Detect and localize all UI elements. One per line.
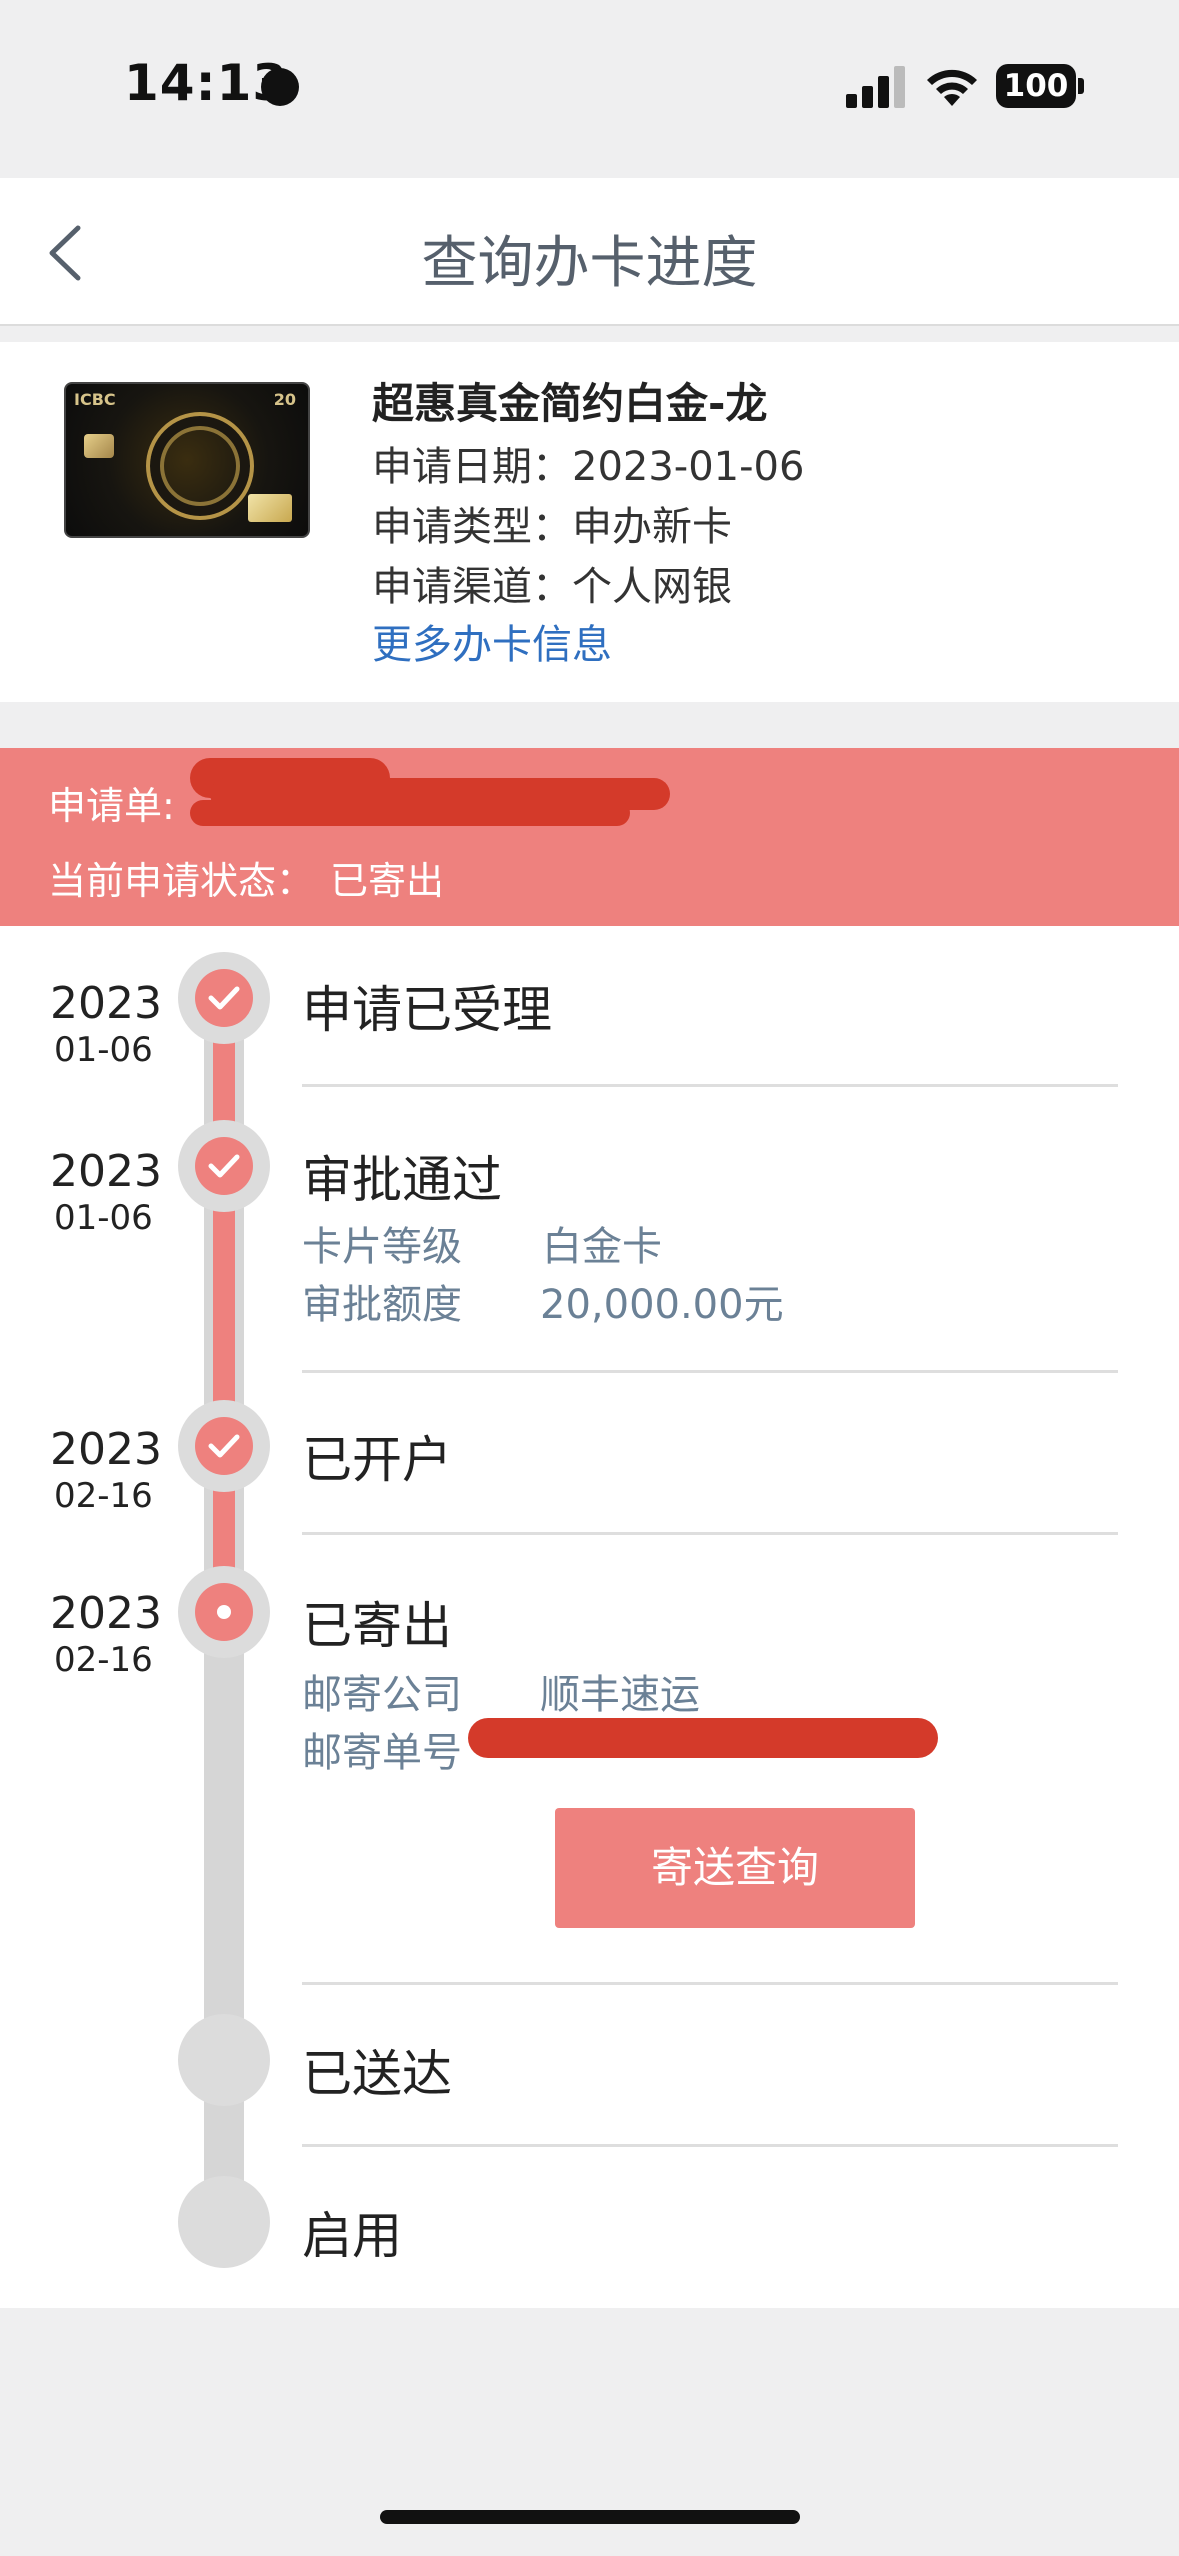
progress-timeline <box>0 926 1179 2308</box>
timeline-progress <box>213 1000 235 1612</box>
wifi-icon <box>927 69 977 106</box>
apply-type: 申请类型：申办新卡 <box>372 504 732 550</box>
step-year: 2023 <box>50 1146 162 1197</box>
step-node-done <box>178 1120 270 1212</box>
status-line: 当前申请状态： 已寄出 <box>48 850 444 905</box>
step-node-done <box>178 1400 270 1492</box>
step-date: 02-16 <box>54 1476 153 1516</box>
step-date: 01-06 <box>54 1198 153 1238</box>
card-brand-tag <box>248 494 292 522</box>
detail-label: 卡片等级 <box>302 1224 462 1270</box>
step-title: 启用 <box>302 2207 402 2265</box>
step-title: 申请已受理 <box>302 981 552 1039</box>
step-node-done <box>178 952 270 1044</box>
step-node-pending <box>178 2176 270 2268</box>
card-logo: ICBC <box>74 390 116 409</box>
step-title: 已寄出 <box>302 1597 452 1655</box>
check-icon <box>208 1154 240 1178</box>
credit-card-image: ICBC 20 <box>64 382 310 538</box>
divider <box>302 1370 1118 1373</box>
card-name: 超惠真金简约白金-龙 <box>372 379 768 428</box>
check-icon <box>208 1434 240 1458</box>
step-title: 已送达 <box>302 2045 452 2103</box>
divider <box>302 1084 1118 1087</box>
detail-value: 顺丰速运 <box>540 1672 700 1718</box>
divider <box>302 1982 1118 1985</box>
detail-value: 白金卡 <box>542 1224 662 1270</box>
divider <box>302 2144 1118 2147</box>
step-date: 02-16 <box>54 1640 153 1680</box>
step-title: 已开户 <box>302 1431 452 1489</box>
detail-value: 20,000.00元 <box>540 1282 784 1328</box>
battery-nub <box>1078 78 1084 94</box>
dragon-emblem-icon <box>146 412 254 520</box>
detail-label: 邮寄单号 <box>302 1730 462 1776</box>
divider <box>302 1532 1118 1535</box>
home-indicator[interactable] <box>380 2510 800 2524</box>
order-label: 申请单: <box>48 784 175 828</box>
page-title: 查询办卡进度 <box>421 231 758 296</box>
status-value: 已寄出 <box>330 859 445 903</box>
more-card-info-link[interactable]: 更多办卡信息 <box>372 612 612 670</box>
battery-icon: 100 <box>996 64 1076 108</box>
apply-channel: 申请渠道：个人网银 <box>372 564 732 610</box>
step-node-pending <box>178 2014 270 2106</box>
recording-dot-icon <box>261 68 299 106</box>
card-badge: 20 <box>273 390 296 409</box>
detail-label: 审批额度 <box>302 1282 462 1328</box>
step-title: 审批通过 <box>302 1151 502 1209</box>
status-label: 当前申请状态： <box>48 859 315 903</box>
shipping-query-button[interactable]: 寄送查询 <box>555 1808 915 1928</box>
redaction-mark <box>190 800 630 826</box>
card-chip-icon <box>84 434 114 458</box>
step-year: 2023 <box>50 1424 162 1475</box>
detail-label: 邮寄公司 <box>302 1672 462 1718</box>
redaction-mark <box>468 1718 938 1758</box>
step-date: 01-06 <box>54 1030 153 1070</box>
cellular-signal-icon <box>846 66 906 108</box>
step-year: 2023 <box>50 1588 162 1639</box>
apply-date: 申请日期：2023-01-06 <box>372 444 805 490</box>
step-node-current <box>178 1566 270 1658</box>
check-icon <box>208 986 240 1010</box>
step-year: 2023 <box>50 978 162 1029</box>
